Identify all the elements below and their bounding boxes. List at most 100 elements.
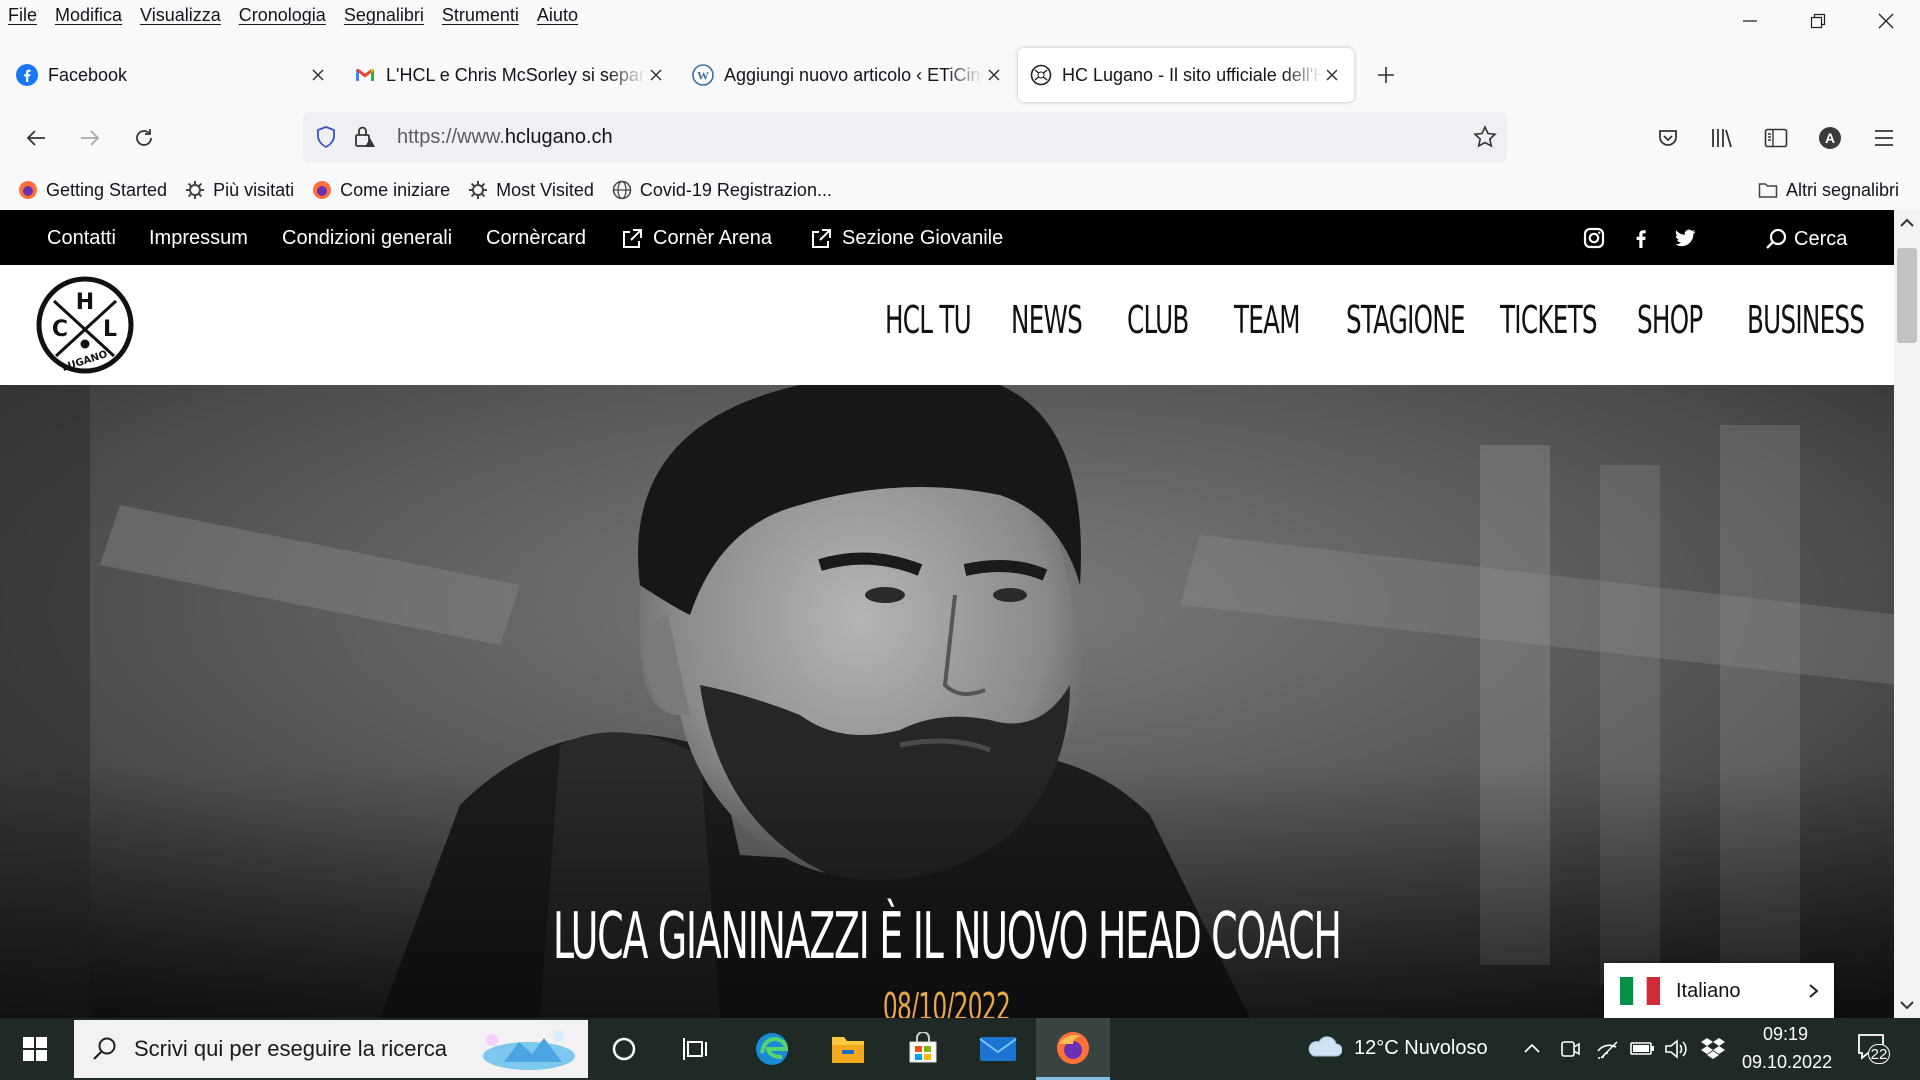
lock-warning-icon[interactable] (353, 124, 377, 150)
clock-date[interactable]: 09.10.2022 (1742, 1052, 1832, 1073)
volume-icon[interactable] (1664, 1038, 1688, 1060)
reload-button[interactable] (122, 116, 166, 160)
menu-strumenti[interactable]: Strumenti (433, 5, 528, 26)
bookmark-piu-visitati[interactable]: Più visitati (185, 180, 294, 201)
scroll-up-arrow-icon[interactable] (1900, 218, 1914, 228)
library-button[interactable] (1700, 116, 1744, 160)
mail-button[interactable] (974, 1025, 1022, 1073)
taskbar-search-box[interactable]: Scrivi qui per eseguire la ricerca (74, 1020, 588, 1078)
tab-facebook[interactable]: Facebook (4, 48, 340, 102)
url-text[interactable]: https://www.hclugano.ch (397, 126, 613, 149)
clock-time[interactable]: 09:19 (1763, 1024, 1808, 1045)
nav-hcl-tu[interactable]: HCL TU (885, 298, 972, 342)
app-menu-button[interactable] (1862, 116, 1906, 160)
back-button[interactable] (14, 116, 58, 160)
bookmark-label: Covid-19 Registrazion... (639, 179, 832, 200)
hero-banner[interactable]: LUCA GIANINAZZI È IL NUOVO HEAD COACH 08… (0, 385, 1894, 1018)
menu-cronologia[interactable]: Cronologia (230, 5, 335, 26)
scrollbar-thumb[interactable] (1897, 248, 1917, 343)
account-button[interactable]: A (1808, 116, 1852, 160)
globe-icon (612, 180, 632, 200)
circle-icon (612, 1037, 636, 1061)
weather-cloud-icon[interactable] (1306, 1034, 1342, 1060)
search-link[interactable]: Cerca (1764, 227, 1847, 251)
bookmark-most-visited[interactable]: Most Visited (468, 180, 594, 201)
start-button[interactable] (11, 1025, 59, 1073)
menu-segnalibri[interactable]: Segnalibri (335, 5, 433, 26)
menu-aiuto[interactable]: Aiuto (528, 5, 587, 26)
star-icon[interactable] (1473, 125, 1497, 149)
task-view-button[interactable] (672, 1025, 720, 1073)
toplink-condizioni[interactable]: Condizioni generali (282, 227, 452, 250)
nav-news[interactable]: NEWS (1011, 298, 1083, 342)
language-selector[interactable]: Italiano (1604, 963, 1834, 1019)
nav-stagione[interactable]: STAGIONE (1346, 298, 1466, 342)
meet-now-icon[interactable] (1560, 1038, 1580, 1060)
toplink-corner-arena[interactable]: Cornèr Arena (621, 227, 772, 250)
close-tab-icon[interactable] (1322, 65, 1342, 85)
site-top-strip: Contatti Impressum Condizioni generali C… (0, 210, 1894, 265)
tab-title: HC Lugano - Il sito ufficiale dell'HCL (1062, 64, 1322, 85)
menu-visualizza[interactable]: Visualizza (131, 5, 230, 26)
forward-button[interactable] (68, 116, 112, 160)
firefox-taskbar-button[interactable] (1036, 1018, 1110, 1080)
svg-text:A: A (1825, 130, 1835, 146)
toplink-impressum[interactable]: Impressum (149, 227, 248, 250)
nav-team[interactable]: TEAM (1234, 298, 1301, 342)
other-bookmarks[interactable]: Altri segnalibri (1758, 180, 1899, 201)
cortana-button[interactable] (600, 1025, 648, 1073)
hero-date-text: 08/10/2022 (883, 985, 1011, 1018)
hcl-lugano-logo[interactable]: H C L LUGANO (36, 276, 134, 374)
new-tab-button[interactable] (1368, 57, 1404, 93)
arrow-left-icon (26, 130, 45, 146)
restore-button[interactable] (1784, 0, 1852, 42)
nav-tickets[interactable]: TICKETS (1500, 298, 1598, 342)
logo-letter-h: H (76, 290, 94, 315)
sidebar-button[interactable] (1754, 116, 1798, 160)
close-tab-icon[interactable] (646, 65, 666, 85)
toplink-sezione-giovanile[interactable]: Sezione Giovanile (810, 227, 1003, 250)
nav-club[interactable]: CLUB (1127, 298, 1189, 342)
pocket-button[interactable] (1646, 116, 1690, 160)
file-explorer-button[interactable] (824, 1025, 872, 1073)
page-scrollbar[interactable] (1894, 210, 1920, 1018)
bookmark-come-iniziare[interactable]: Come iniziare (312, 180, 450, 201)
nav-shop[interactable]: SHOP (1637, 298, 1703, 342)
facebook-icon[interactable] (1630, 227, 1652, 249)
wifi-icon[interactable] (1596, 1038, 1620, 1060)
shield-icon[interactable] (315, 125, 337, 149)
scroll-down-arrow-icon[interactable] (1900, 1000, 1914, 1010)
edge-taskbar-button[interactable] (748, 1025, 796, 1073)
nav-business[interactable]: BUSINESS (1747, 298, 1865, 342)
close-tab-icon[interactable] (308, 65, 328, 85)
close-window-button[interactable] (1852, 0, 1920, 42)
menu-file[interactable]: File (0, 5, 46, 26)
tab-wordpress[interactable]: W Aggiungi nuovo articolo ‹ ETiCinema (680, 48, 1016, 102)
minimize-button[interactable] (1716, 0, 1784, 42)
notification-center-button[interactable]: 22 (1856, 1032, 1890, 1066)
battery-icon[interactable] (1630, 1038, 1656, 1058)
mail-icon (979, 1037, 1017, 1061)
weather-text[interactable]: 12°C Nuvoloso (1354, 1037, 1488, 1060)
ms-store-button[interactable] (899, 1025, 947, 1073)
show-hidden-icons-chevron-icon[interactable] (1523, 1042, 1541, 1054)
tab-hc-lugano[interactable]: HC Lugano - Il sito ufficiale dell'HCL (1018, 48, 1354, 102)
toplink-cornercard[interactable]: Cornèrcard (486, 227, 586, 250)
bookmark-label: Come iniziare (340, 179, 451, 200)
url-domain: hclugano.ch (504, 126, 613, 148)
url-bar[interactable]: https://www.hclugano.ch (303, 112, 1507, 162)
web-page: Contatti Impressum Condizioni generali C… (0, 210, 1894, 1018)
sidebar-icon (1764, 128, 1788, 148)
twitter-icon[interactable] (1674, 228, 1696, 248)
instagram-icon[interactable] (1583, 227, 1605, 249)
toplink-contatti[interactable]: Contatti (47, 227, 116, 250)
site-header: H C L LUGANO HCL TU NEWS CLUB TEAM STAGI… (0, 265, 1894, 385)
bookmark-getting-started[interactable]: Getting Started (18, 180, 167, 201)
bookmark-covid[interactable]: Covid-19 Registrazion... (612, 180, 832, 201)
menu-modifica[interactable]: Modifica (46, 5, 131, 26)
close-tab-icon[interactable] (984, 65, 1004, 85)
tab-gmail[interactable]: L'HCL e Chris McSorley si separano (342, 48, 678, 102)
tab-title: L'HCL e Chris McSorley si separano (386, 64, 646, 85)
dropbox-icon[interactable] (1700, 1036, 1726, 1060)
windows-taskbar: Scrivi qui per eseguire la ricerca 12°C … (0, 1018, 1920, 1080)
